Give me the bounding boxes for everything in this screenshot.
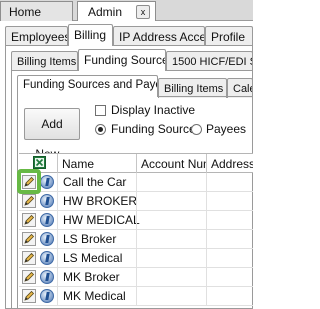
- close-tab-button[interactable]: x: [136, 5, 150, 19]
- table-row[interactable]: MK Medical: [19, 287, 253, 306]
- app-tab-home-label: Home: [9, 5, 42, 19]
- info-icon[interactable]: [40, 194, 54, 208]
- tab-billing-items-label: Billing Items: [17, 56, 77, 68]
- tab-billing-items-2[interactable]: Billing Items: [158, 78, 227, 98]
- radio-payees-label: Payees: [206, 122, 247, 136]
- tab-fsp-label: Funding Sources and Payees: [23, 79, 157, 91]
- pencil-icon[interactable]: [22, 289, 36, 303]
- cell-account-num: [136, 211, 206, 230]
- table-row[interactable]: MK Broker: [19, 268, 253, 287]
- table-row[interactable]: Call the Car: [19, 173, 253, 192]
- col-address-label: Address: [211, 157, 253, 171]
- column-header-name[interactable]: Name: [57, 154, 136, 173]
- cell-account-num: [136, 173, 206, 192]
- column-header-account-num[interactable]: Account Num: [136, 154, 206, 173]
- cell-name: MK Medical: [57, 287, 136, 306]
- pencil-icon[interactable]: [22, 194, 36, 208]
- tab-calendar-label: Cale: [233, 83, 252, 95]
- table-row[interactable]: LS Broker: [19, 230, 253, 249]
- cell-name: HW BROKER: [57, 192, 137, 211]
- pencil-icon[interactable]: [22, 251, 36, 265]
- cell-address: [206, 249, 253, 268]
- tab-funding-sources-label: Funding Sources: [84, 53, 166, 67]
- row-icon-cell: [19, 268, 58, 287]
- tab-ip-label: IP Address Access: [119, 30, 204, 44]
- tab-hicf-edi[interactable]: 1500 HICF/EDI Se: [166, 51, 253, 71]
- row-icon-cell: [19, 230, 58, 249]
- cell-address: [206, 287, 253, 306]
- app-tab-admin-label: Admin: [88, 5, 123, 19]
- cell-name: LS Medical: [57, 249, 136, 268]
- tab-billing-items-2-label: Billing Items: [164, 83, 224, 95]
- pencil-icon[interactable]: [22, 270, 36, 284]
- app-tab-admin[interactable]: Admin x: [77, 1, 156, 21]
- radio-funding-sources-label: Funding Sources: [111, 122, 202, 136]
- pencil-icon[interactable]: [22, 213, 36, 227]
- tab-profile-label: Profile: [211, 30, 246, 44]
- cell-account-num: [136, 249, 206, 268]
- pencil-icon[interactable]: [22, 232, 36, 246]
- tab-billing[interactable]: Billing: [68, 24, 113, 46]
- col-account-label: Account Num: [141, 157, 206, 171]
- excel-icon[interactable]: [33, 156, 46, 169]
- info-icon[interactable]: [40, 175, 54, 189]
- cell-name: Call the Car: [57, 173, 136, 192]
- tab-hicf-edi-label: 1500 HICF/EDI Se: [172, 56, 252, 68]
- cell-address: [206, 173, 253, 192]
- cell-account-num: [136, 287, 206, 306]
- tab-employees-label: Employees: [11, 30, 68, 44]
- row-icon-cell: [19, 287, 58, 306]
- table-row[interactable]: HW BROKER: [19, 192, 253, 211]
- highlight-box: [17, 169, 41, 194]
- info-icon[interactable]: [40, 289, 54, 303]
- info-icon[interactable]: [40, 232, 54, 246]
- row-icon-cell: [19, 192, 58, 211]
- cell-address: [206, 192, 253, 211]
- tab-fsp-gap: [18, 96, 157, 98]
- tab-billing-label: Billing: [74, 28, 107, 42]
- tab-calendar[interactable]: Cale: [227, 78, 253, 98]
- column-header-address[interactable]: Address: [206, 154, 253, 173]
- cell-address: [206, 268, 253, 287]
- display-inactive-checkbox[interactable]: [95, 105, 106, 116]
- cell-address: [206, 230, 253, 249]
- row-icon-cell: [19, 211, 58, 230]
- cell-name: MK Broker: [57, 268, 136, 287]
- add-new-button[interactable]: Add New...: [24, 108, 80, 161]
- tab-funding-sources[interactable]: Funding Sources: [78, 49, 166, 71]
- row-icon-cell: [19, 249, 58, 268]
- display-inactive-label: Display Inactive: [111, 103, 196, 117]
- cell-address: [206, 211, 253, 230]
- cell-name: LS Broker: [57, 230, 136, 249]
- info-icon[interactable]: [40, 251, 54, 265]
- col-name-label: Name: [62, 157, 95, 171]
- grid-header: Name Account Num Address: [19, 153, 253, 173]
- info-icon[interactable]: [40, 270, 54, 284]
- tab-funding-sources-and-payees[interactable]: Funding Sources and Payees: [17, 75, 158, 97]
- cell-account-num: [136, 192, 206, 211]
- tab-employees[interactable]: Employees: [5, 26, 68, 46]
- cell-account-num: [136, 268, 206, 287]
- cell-account-num: [136, 230, 206, 249]
- tab-billing-items[interactable]: Billing Items: [11, 51, 78, 71]
- info-icon[interactable]: [40, 213, 54, 227]
- tab-ip-address-access[interactable]: IP Address Access: [113, 26, 205, 46]
- table-row[interactable]: HW MEDICAL: [19, 211, 253, 230]
- radio-funding-sources[interactable]: [95, 124, 106, 135]
- radio-payees[interactable]: [191, 124, 202, 135]
- table-row[interactable]: LS Medical: [19, 249, 253, 268]
- tab-profile[interactable]: Profile: [205, 26, 253, 46]
- app-tab-home[interactable]: Home: [0, 1, 73, 21]
- cell-name: HW MEDICAL: [57, 211, 140, 230]
